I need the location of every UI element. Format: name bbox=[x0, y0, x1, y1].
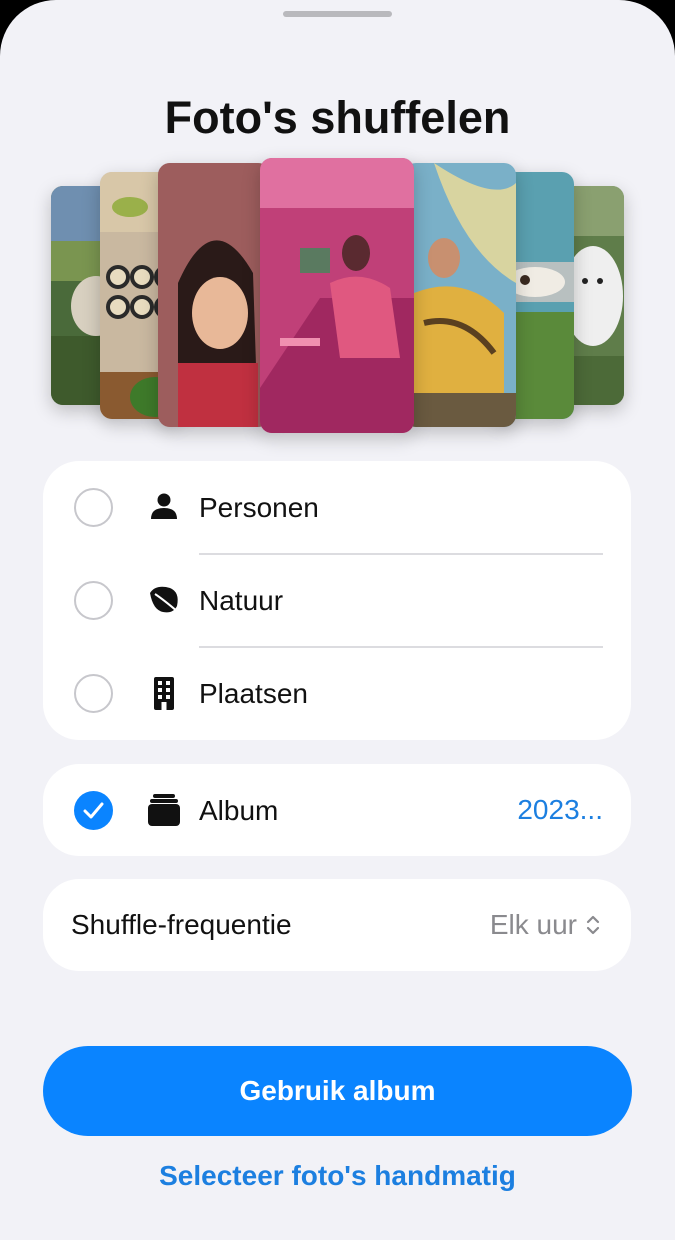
leaf-icon bbox=[150, 586, 179, 613]
category-row-natuur[interactable]: Natuur bbox=[43, 554, 631, 647]
shuffle-frequency-label: Shuffle-frequentie bbox=[71, 909, 292, 940]
category-list: Personen Natuur Plaatsen bbox=[43, 461, 631, 740]
radio-personen[interactable] bbox=[74, 488, 113, 527]
album-value[interactable]: 2023... bbox=[517, 764, 603, 856]
photo-preview-fan bbox=[0, 150, 675, 450]
shuffle-frequency-value[interactable]: Elk uur bbox=[490, 879, 601, 971]
portrait-woman-photo bbox=[158, 163, 270, 427]
radio-plaatsen[interactable] bbox=[74, 674, 113, 713]
checkmark-icon bbox=[83, 802, 104, 819]
album-row[interactable]: Album 2023... bbox=[43, 764, 631, 856]
page-title: Foto's shuffelen bbox=[164, 92, 511, 143]
person-icon bbox=[151, 493, 177, 519]
use-album-button[interactable]: Gebruik album bbox=[43, 1046, 632, 1136]
album-label: Album bbox=[199, 795, 279, 826]
category-label: Plaatsen bbox=[199, 678, 308, 709]
category-row-plaatsen[interactable]: Plaatsen bbox=[43, 647, 631, 740]
radio-album[interactable] bbox=[74, 791, 113, 830]
diner-pink-photo bbox=[260, 158, 414, 433]
shuffle-sheet: Foto's shuffelen Personen Natuur Plaatse… bbox=[0, 0, 675, 1240]
category-label: Natuur bbox=[199, 585, 284, 616]
shuffle-frequency-row[interactable]: Shuffle-frequentie Elk uur bbox=[43, 879, 631, 971]
album-stack-icon bbox=[148, 794, 180, 826]
frequency-value-text: Elk uur bbox=[489, 909, 577, 940]
colorful-portrait-photo bbox=[404, 163, 516, 427]
building-icon bbox=[154, 677, 174, 710]
sheet-grabber[interactable] bbox=[283, 11, 392, 17]
chevron-up-down-icon bbox=[586, 915, 600, 934]
category-row-personen[interactable]: Personen bbox=[43, 461, 631, 554]
radio-natuur[interactable] bbox=[74, 581, 113, 620]
category-label: Personen bbox=[199, 492, 319, 523]
select-photos-manually-link[interactable]: Selecteer foto's handmatig bbox=[0, 1160, 675, 1192]
